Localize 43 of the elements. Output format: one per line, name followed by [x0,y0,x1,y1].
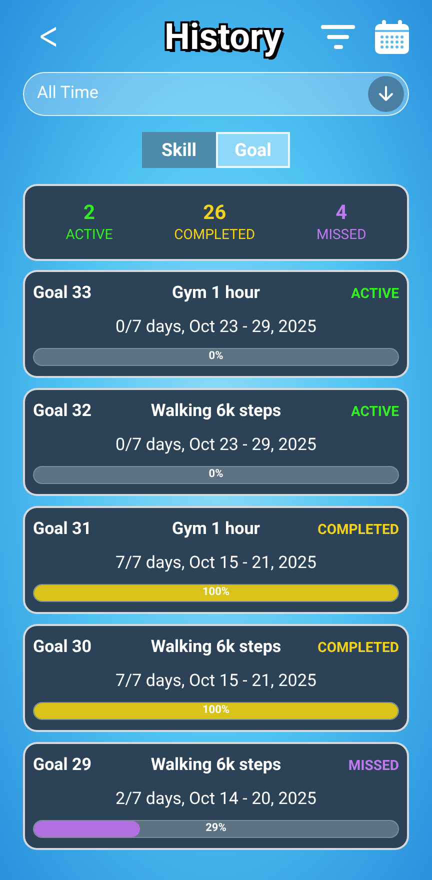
goal-detail: 0/7 days, Oct 23 - 29, 2025 [116,316,316,339]
goal-detail: 7/7 days, Oct 15 - 21, 2025 [116,552,316,575]
goal-number: Goal 29 [33,754,93,778]
goal-number: Goal 33 [33,282,93,306]
goal-name: Walking 6k steps [150,636,282,660]
goal-number: Goal 32 [33,400,93,424]
page-title: History [164,15,282,60]
goal-status: ACTIVE [350,284,399,304]
dropdown-button[interactable] [368,76,404,112]
goal-detail: 7/7 days, Oct 15 - 21, 2025 [116,670,316,693]
arrow-down-icon [377,85,395,103]
progress-percent: 0% [208,466,224,482]
goal-name: Gym 1 hour [171,282,261,306]
goal-status: ACTIVE [350,402,399,422]
goal-card[interactable]: Goal 30 Walking 6k steps COMPLETED 7/7 days, Oct 15 - 21, 2025 100% [23,624,409,732]
count-label: ACTIVE [66,226,113,245]
calendar-icon[interactable] [375,20,409,54]
count: 2 [83,199,95,225]
progress-percent: 0% [208,348,224,364]
goal-card[interactable]: Goal 33 Gym 1 hour ACTIVE 0/7 days, Oct 23 - 29, 2025 0% [23,270,409,378]
filter-icon[interactable] [321,25,357,49]
progress-percent: 29% [204,820,228,836]
goal-name: Walking 6k steps [150,400,282,424]
goal-card[interactable]: Goal 29 Walking 6k steps MISSED 2/7 days, Oct 14 - 20, 2025 29% [23,742,409,850]
progress-percent: 100% [201,584,231,600]
count: 4 [336,199,348,225]
goal-status: MISSED [347,756,399,776]
goal-status: COMPLETED [316,520,399,540]
goal-status: COMPLETED [316,638,399,658]
period-value: All Time [37,82,100,106]
goal-card[interactable]: Goal 32 Walking 6k steps ACTIVE 0/7 days, Oct 23 - 29, 2025 0% [23,388,409,496]
count: 26 [203,199,226,225]
count-label: MISSED [316,226,366,245]
goal-name: Gym 1 hour [171,518,261,542]
goal-detail: 0/7 days, Oct 23 - 29, 2025 [116,434,316,457]
goal-number: Goal 30 [33,636,93,660]
goal-card[interactable]: Goal 31 Gym 1 hour COMPLETED 7/7 days, Oct 15 - 21, 2025 100% [23,506,409,614]
goal-name: Walking 6k steps [150,754,282,778]
count-label: COMPLETED [174,226,256,245]
goal-number: Goal 31 [33,518,93,542]
goal-detail: 2/7 days, Oct 14 - 20, 2025 [116,788,316,811]
progress-percent: 100% [201,702,231,718]
tab[interactable]: Skill [142,132,216,168]
